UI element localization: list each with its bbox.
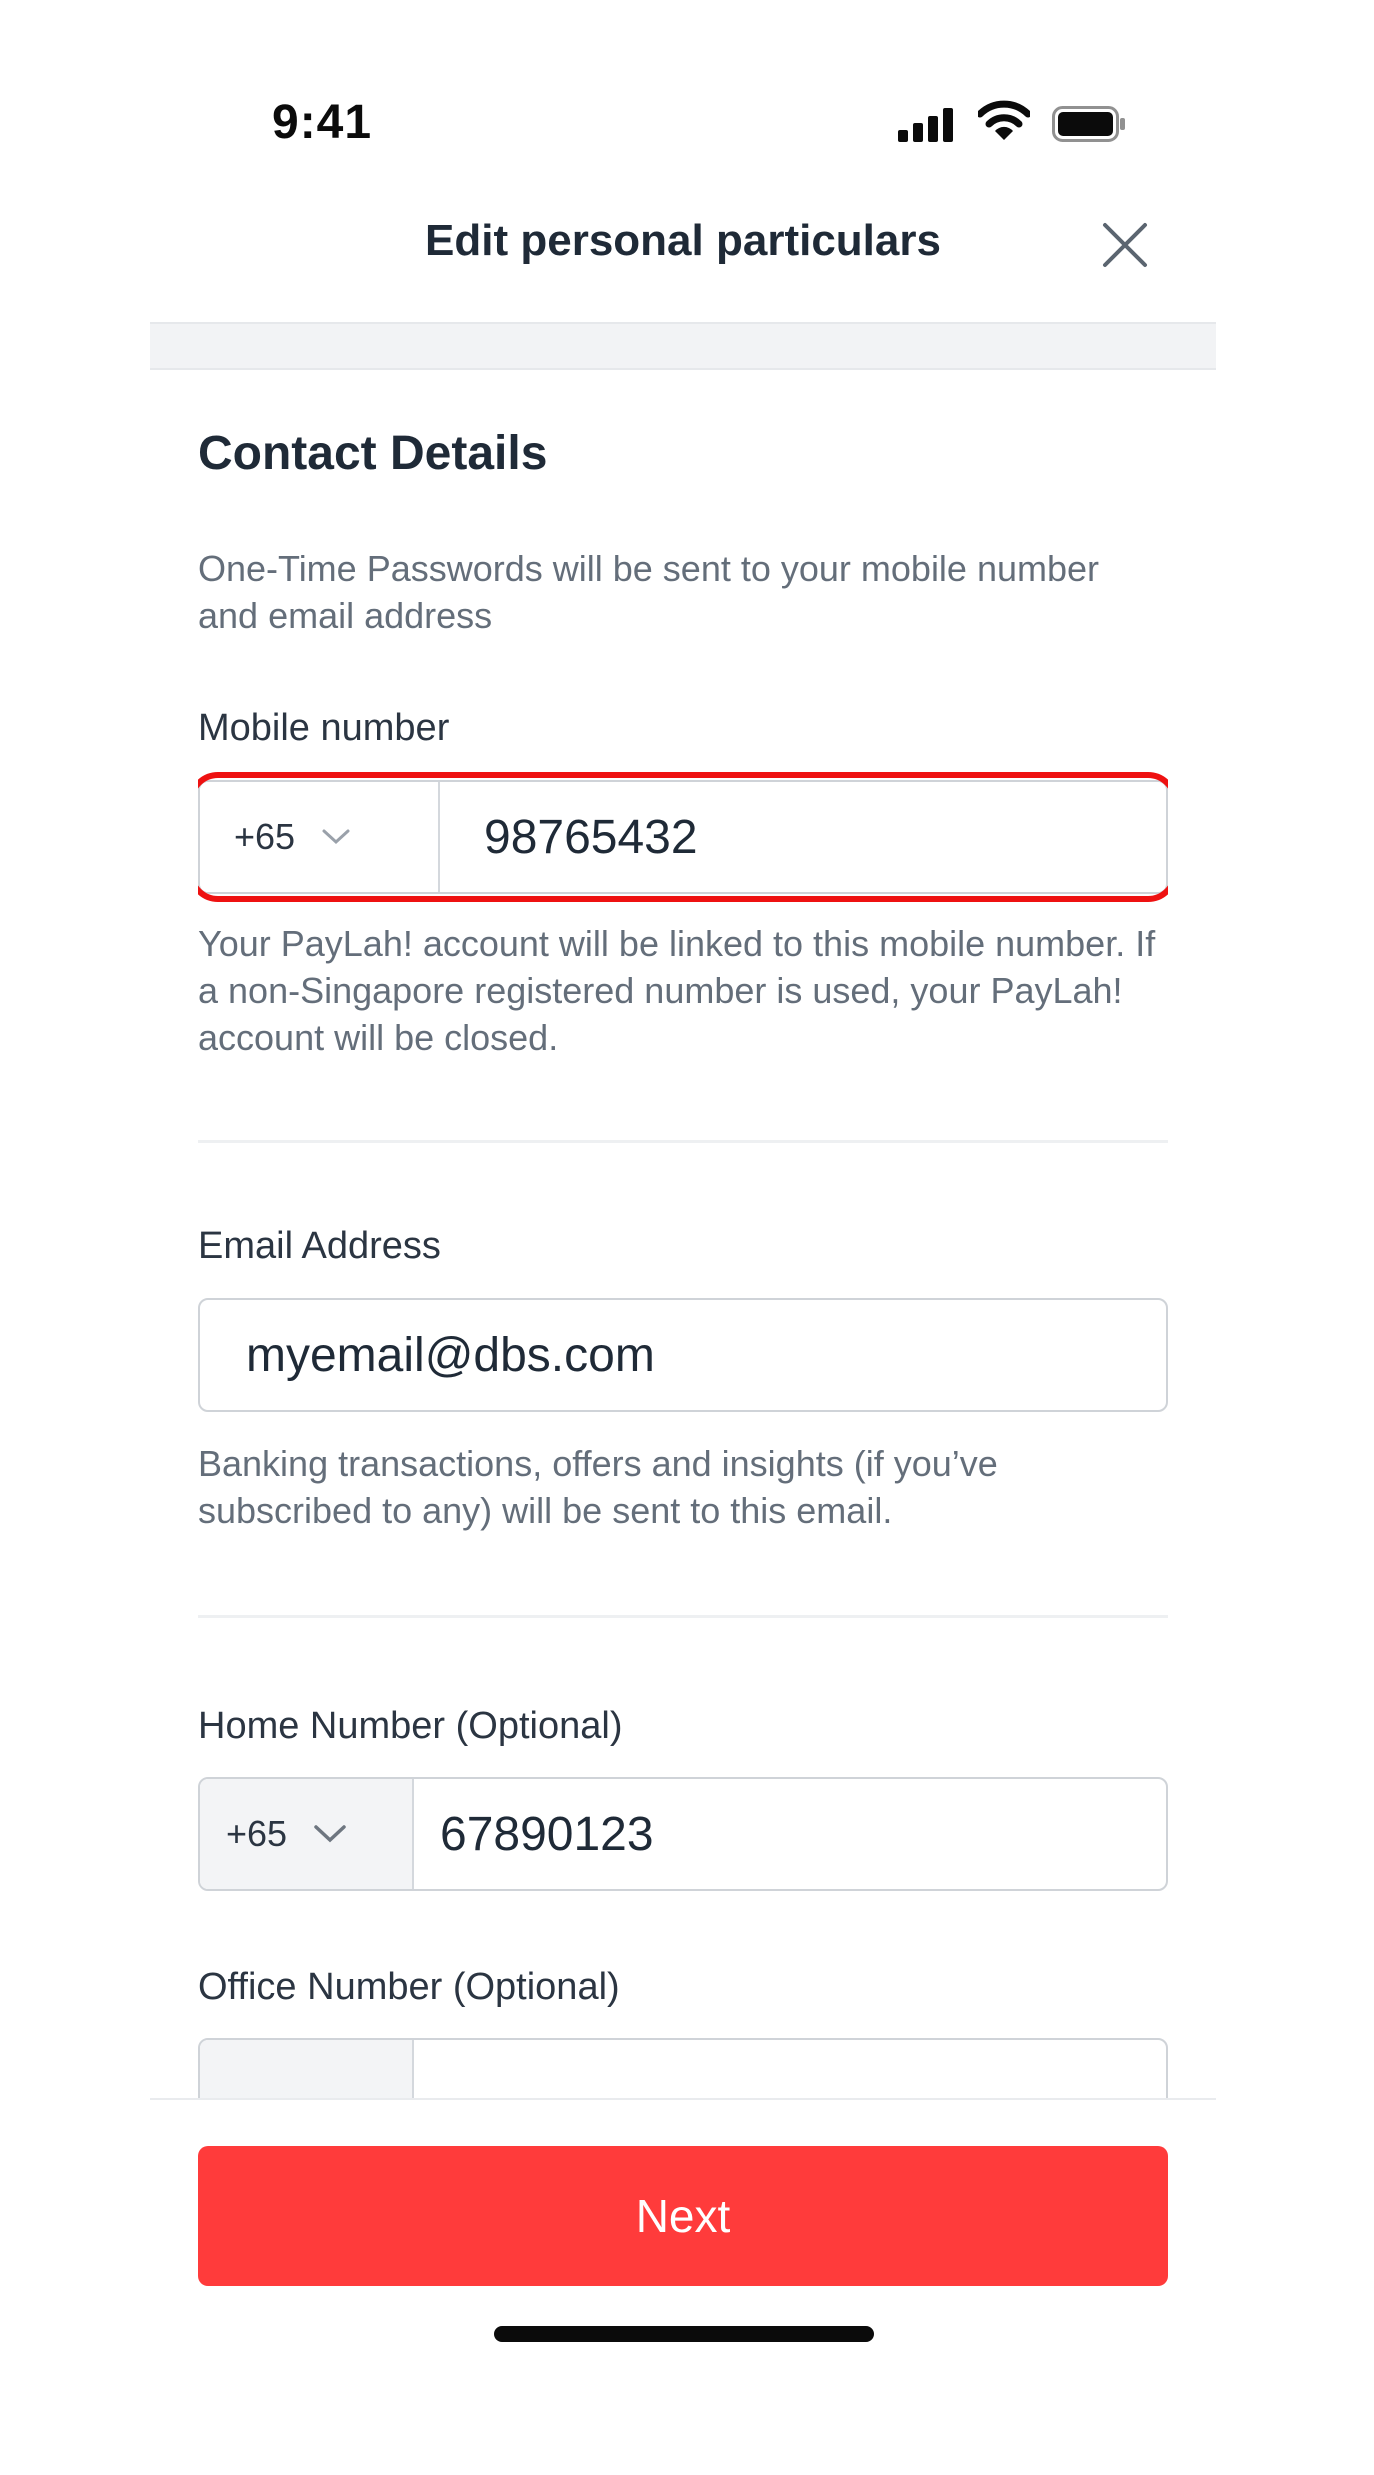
home-number-input[interactable]: 67890123: [414, 1779, 1166, 1889]
status-bar: 9:41: [150, 0, 1216, 180]
home-indicator: [494, 2326, 874, 2342]
office-number-input[interactable]: [414, 2040, 1166, 2098]
section-title: Contact Details: [198, 427, 548, 480]
home-number-field: +65 67890123: [198, 1777, 1168, 1891]
chevron-down-icon: [314, 1825, 346, 1843]
signal-icon: [898, 108, 953, 142]
wifi-icon: [978, 100, 1030, 140]
close-button[interactable]: [1090, 210, 1160, 280]
email-helper-text: Banking transactions, offers and insight…: [198, 1443, 998, 1531]
home-number-label: Home Number (Optional): [198, 1705, 623, 1747]
page-title: Edit personal particulars: [425, 216, 941, 265]
chevron-down-icon: [322, 829, 350, 845]
mobile-helper-text: Your PayLah! account will be linked to t…: [198, 923, 1156, 1058]
home-country-code-select[interactable]: +65: [200, 1779, 414, 1889]
modal-header: Edit personal particulars: [150, 190, 1216, 320]
status-time: 9:41: [272, 96, 373, 149]
email-address-label: Email Address: [198, 1225, 441, 1267]
section-description: One-Time Passwords will be sent to your …: [198, 548, 1100, 636]
office-number-label: Office Number (Optional): [198, 1966, 620, 2008]
battery-icon: [1052, 106, 1125, 142]
next-button[interactable]: Next: [198, 2146, 1168, 2286]
mobile-number-field: +65 98765432: [198, 780, 1168, 894]
email-field[interactable]: myemail@dbs.com: [198, 1298, 1168, 1412]
close-icon: [1103, 223, 1147, 267]
mobile-country-code-select[interactable]: +65: [200, 782, 440, 892]
divider: [198, 1615, 1168, 1618]
home-country-code: +65: [226, 1813, 288, 1854]
mobile-number-input[interactable]: 98765432: [440, 782, 1166, 892]
office-number-field: [198, 2038, 1168, 2098]
mobile-country-code: +65: [234, 816, 296, 857]
mobile-number-label: Mobile number: [198, 707, 450, 749]
header-divider-band: [150, 322, 1216, 370]
form-content[interactable]: Contact Details One-Time Passwords will …: [198, 370, 1168, 2098]
footer: Next: [150, 2098, 1216, 2475]
phone-screen: 9:41 Edit personal particulars Contact D…: [150, 0, 1216, 2475]
office-country-code-select[interactable]: [200, 2040, 414, 2098]
divider: [198, 1140, 1168, 1143]
